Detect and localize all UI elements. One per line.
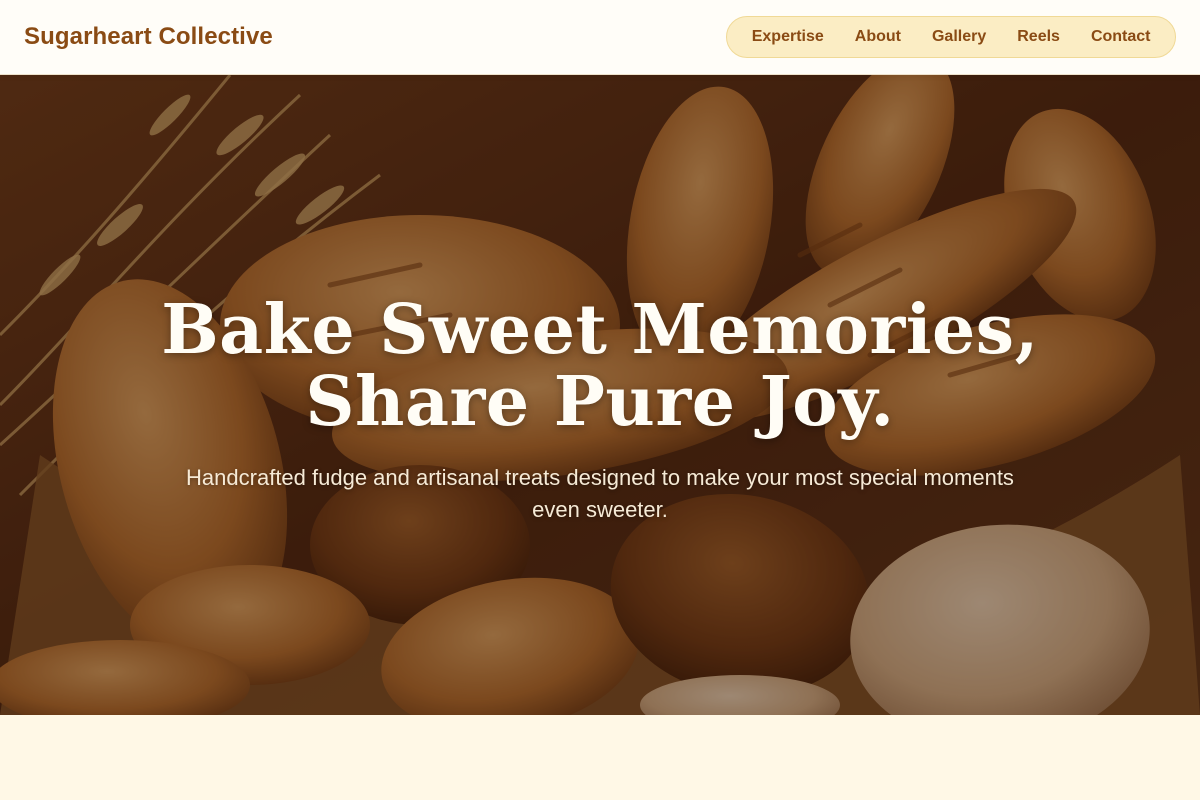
site-header: Sugarheart Collective Expertise About Ga…	[0, 0, 1200, 75]
nav-item-expertise[interactable]: Expertise	[736, 16, 839, 58]
hero-headline-line-1: Bake Sweet Memories,	[161, 290, 1039, 370]
hero-section: Bake Sweet Memories, Share Pure Joy. Han…	[0, 75, 1200, 715]
nav-item-reels[interactable]: Reels	[1002, 16, 1076, 58]
hero-content: Bake Sweet Memories, Share Pure Joy. Han…	[0, 75, 1200, 715]
nav-item-gallery[interactable]: Gallery	[916, 16, 1001, 58]
hero-headline-line-2: Share Pure Joy.	[305, 362, 895, 442]
nav-item-contact[interactable]: Contact	[1075, 16, 1166, 58]
brand-logo-text[interactable]: Sugarheart Collective	[24, 23, 273, 51]
hero-headline: Bake Sweet Memories, Share Pure Joy.	[161, 294, 1039, 438]
next-section	[0, 715, 1200, 800]
main-nav: Expertise About Gallery Reels Contact	[726, 16, 1176, 58]
nav-item-about[interactable]: About	[839, 16, 916, 58]
hero-subtext: Handcrafted fudge and artisanal treats d…	[186, 465, 1014, 522]
